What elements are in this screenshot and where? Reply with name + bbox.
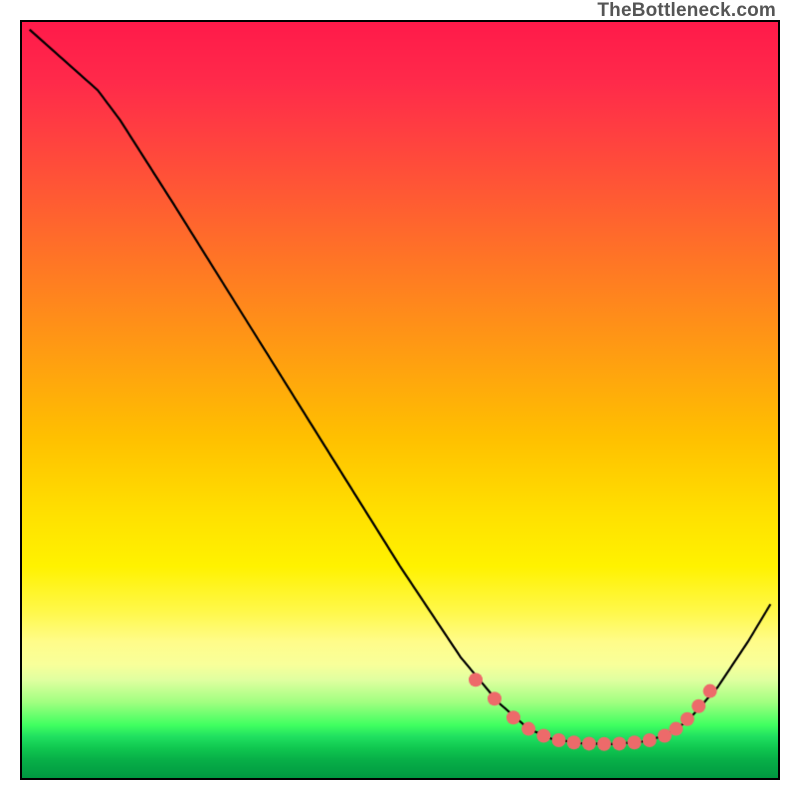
- plot-area: [20, 20, 780, 780]
- watermark-text: TheBottleneck.com: [597, 0, 776, 22]
- chart-container: TheBottleneck.com: [0, 0, 800, 800]
- bottleneck-curve: [22, 22, 778, 778]
